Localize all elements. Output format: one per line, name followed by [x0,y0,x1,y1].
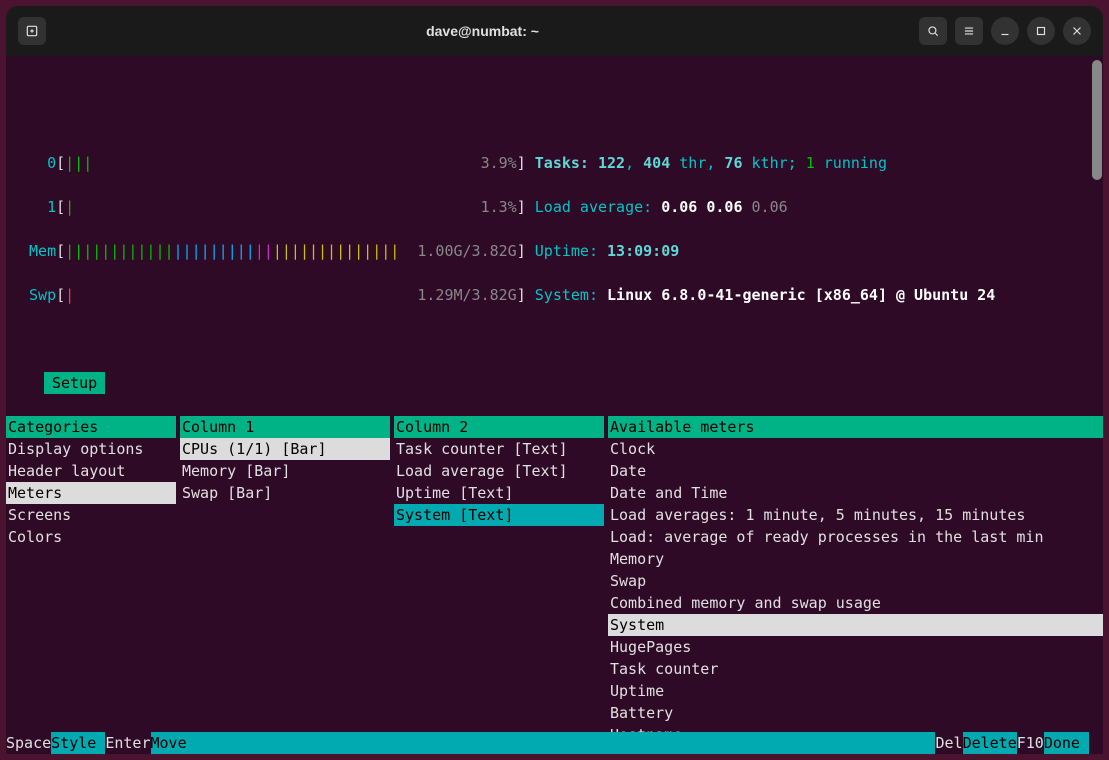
list-item[interactable]: Load averages: 1 minute, 5 minutes, 15 m… [608,504,1103,526]
list-item[interactable]: Task counter [Text] [394,438,604,460]
setup-tab: Setup [44,372,105,394]
list-item[interactable]: Battery [608,702,1103,724]
list-item[interactable]: Date [608,460,1103,482]
swp-meter: Swp[| 1.29M/3.82G] System: Linux 6.8.0-4… [20,284,1103,306]
list-item[interactable]: Uptime [608,680,1103,702]
minimize-button[interactable] [991,17,1019,45]
terminal[interactable]: 0[||| 3.9%] Tasks: 122, 404 thr, 76 kthr… [6,56,1103,754]
cpu1-meter: 1[| 1.3%] Load average: 0.06 0.06 0.06 [20,196,1103,218]
list-item[interactable]: System [Text] [394,504,604,526]
list-item[interactable]: Header layout [6,460,176,482]
mem-meter: Mem[||||||||||||||||||||||||||||||||||||… [20,240,1103,262]
footer-action: Move [151,732,196,754]
maximize-button[interactable] [1027,17,1055,45]
column1-header: Column 1 [180,416,390,438]
titlebar: dave@numbat: ~ [6,6,1103,56]
scrollbar[interactable] [1089,56,1103,754]
list-item[interactable]: Date and Time [608,482,1103,504]
footer-action: Done [1044,732,1089,754]
list-item[interactable]: Memory [Bar] [180,460,390,482]
list-item[interactable]: Display options [6,438,176,460]
footer-action: Delete [963,732,1017,754]
list-item[interactable]: Meters [6,482,176,504]
column2-header: Column 2 [394,416,604,438]
list-item[interactable]: Swap [Bar] [180,482,390,504]
categories-header: Categories [6,416,176,438]
list-item[interactable]: Load average [Text] [394,460,604,482]
footer-bar: SpaceStyle EnterMove DelDeleteF10Done [6,732,1089,754]
footer-key: F10 [1017,732,1044,754]
cpu0-meter: 0[||| 3.9%] Tasks: 122, 404 thr, 76 kthr… [20,152,1103,174]
list-item[interactable]: System [608,614,1103,636]
categories-column: Categories Display optionsHeader layoutM… [6,416,176,754]
column1-column: Column 1 CPUs (1/1) [Bar]Memory [Bar]Swa… [180,416,390,754]
list-item[interactable]: CPUs (1/1) [Bar] [180,438,390,460]
column2-column: Column 2 Task counter [Text]Load average… [394,416,604,754]
menu-button[interactable] [955,17,983,45]
list-item[interactable]: Combined memory and swap usage [608,592,1103,614]
list-item[interactable]: Task counter [608,658,1103,680]
available-header: Available meters [608,416,1103,438]
list-item[interactable]: Clock [608,438,1103,460]
footer-action: Style [51,732,105,754]
close-button[interactable] [1063,17,1091,45]
footer-key: Enter [105,732,150,754]
scrollbar-thumb[interactable] [1092,60,1102,180]
list-item[interactable]: Screens [6,504,176,526]
footer-key: Space [6,732,51,754]
available-column: Available meters ClockDateDate and TimeL… [608,416,1103,754]
footer-key: Del [935,732,962,754]
list-item[interactable]: Uptime [Text] [394,482,604,504]
window-title: dave@numbat: ~ [46,23,919,39]
list-item[interactable]: HugePages [608,636,1103,658]
list-item[interactable]: Load: average of ready processes in the … [608,526,1103,548]
search-button[interactable] [919,17,947,45]
list-item[interactable]: Colors [6,526,176,548]
list-item[interactable]: Swap [608,570,1103,592]
new-tab-button[interactable] [18,17,46,45]
list-item[interactable]: Memory [608,548,1103,570]
